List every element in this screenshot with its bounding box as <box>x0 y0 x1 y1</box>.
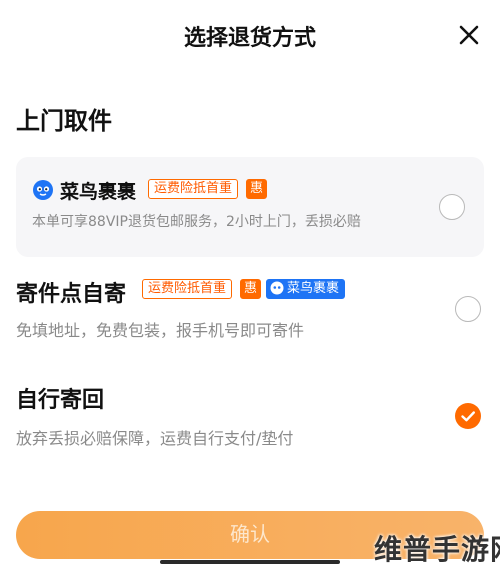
sheet-title: 选择退货方式 <box>183 26 316 51</box>
option-cainiao-radio[interactable] <box>439 194 465 220</box>
freight-insurance-tag: 运费险抵首重 <box>148 179 239 199</box>
option-self-return-name: 自行寄回 <box>16 388 105 413</box>
section-title-pickup: 上门取件 <box>16 107 112 135</box>
option-dropoff-desc: 免填地址，免费包装，报手机号即可寄件 <box>16 321 305 340</box>
cainiao-badge-label: 菜鸟裹裹 <box>287 281 340 296</box>
watermark: 维普手游网 <box>374 533 500 566</box>
close-icon[interactable] <box>456 22 482 48</box>
cainiao-mini-icon <box>270 281 284 301</box>
option-self-return-desc: 放弃丢损必赔保障，运费自行支付/垫付 <box>16 429 294 448</box>
checkmark-icon <box>461 411 475 422</box>
freight-insurance-tag: 运费险抵首重 <box>142 279 233 299</box>
option-dropoff-radio[interactable] <box>455 296 481 322</box>
home-indicator <box>160 560 340 564</box>
cainiao-badge: 菜鸟裹裹 <box>266 279 346 301</box>
discount-badge: 惠 <box>246 179 268 199</box>
option-cainiao-card[interactable]: 菜鸟裹裹 运费险抵首重 惠 本单可享88VIP退货包邮服务，2小时上门，丢损必赔 <box>16 157 484 257</box>
option-self-return-radio[interactable] <box>455 403 481 429</box>
option-dropoff-name: 寄件点自寄 <box>16 282 127 307</box>
discount-badge: 惠 <box>240 279 262 299</box>
cainiao-logo-icon <box>32 179 54 201</box>
sheet-header: 选择退货方式 <box>0 0 500 76</box>
option-cainiao-desc: 本单可享88VIP退货包邮服务，2小时上门，丢损必赔 <box>32 214 361 230</box>
option-cainiao-name: 菜鸟裹裹 <box>60 181 137 203</box>
